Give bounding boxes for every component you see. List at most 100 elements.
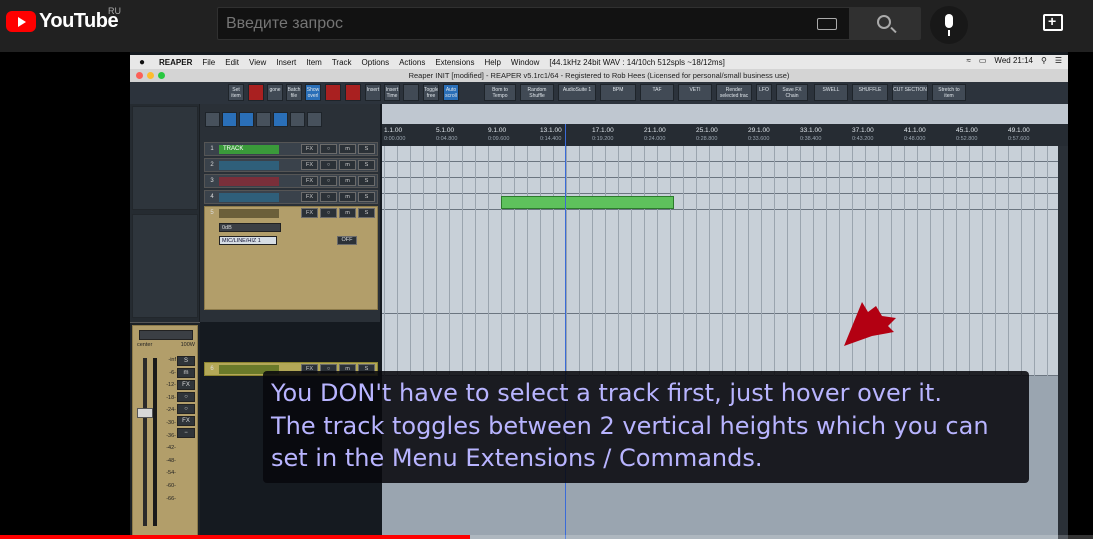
timeline-ruler[interactable]: 1.1.00 0:00.000 5.1.00 0:04.800 9.1.00 0:09.6… bbox=[382, 124, 1068, 146]
arm-button[interactable]: ○ bbox=[320, 208, 337, 218]
route-button[interactable]: ○ bbox=[177, 392, 195, 402]
solo-button[interactable]: S bbox=[358, 160, 375, 170]
track-control-panel: 1 TRACK FX ○ m S 2 FX ○ m S 3 FX ○ m S 4… bbox=[200, 104, 380, 376]
youtube-play-icon bbox=[6, 11, 36, 32]
grid-line bbox=[1034, 146, 1035, 376]
track-row[interactable]: 1 TRACK FX ○ m S bbox=[204, 142, 378, 156]
ruler-tick: 37.1.00 0:43.200 bbox=[852, 127, 874, 142]
reaper-toolbar: Set item gone Batch file Show overl Inse… bbox=[130, 82, 1068, 104]
input-select[interactable]: MIC/LINE/HIZ 1 bbox=[219, 236, 277, 245]
track-row[interactable]: 4 FX ○ m S bbox=[204, 190, 378, 204]
wifi-icon: ≈ bbox=[966, 56, 971, 65]
snap-icon[interactable] bbox=[222, 112, 237, 127]
mute-button[interactable]: m bbox=[339, 192, 356, 202]
grid-line bbox=[826, 146, 827, 376]
volume-slider[interactable]: 0dB bbox=[219, 223, 281, 232]
track-row-expanded[interactable]: 5 FX ○ m S 0dB MIC/LINE/HIZ 1 OFF bbox=[204, 206, 378, 310]
grid-line bbox=[956, 146, 957, 376]
toolbar-button: Batch file bbox=[286, 84, 302, 101]
solo-button[interactable]: S bbox=[177, 356, 195, 366]
menu-window: Window bbox=[510, 57, 540, 67]
grid-icon[interactable] bbox=[239, 112, 254, 127]
mute-button[interactable]: m bbox=[177, 368, 195, 378]
track-name[interactable] bbox=[219, 209, 279, 218]
solo-button[interactable]: S bbox=[358, 144, 375, 154]
grid-line bbox=[774, 146, 775, 376]
arm-button[interactable]: ○ bbox=[320, 144, 337, 154]
solo-button[interactable]: S bbox=[358, 192, 375, 202]
db-label: -24- bbox=[166, 407, 176, 414]
ruler-tick: 17.1.00 0:19.200 bbox=[592, 127, 614, 142]
solo-button[interactable]: S bbox=[358, 208, 375, 218]
grid-line bbox=[631, 146, 632, 376]
fader-rail bbox=[143, 358, 147, 526]
video-progress-bar[interactable] bbox=[0, 535, 1093, 539]
fx-button[interactable]: FX bbox=[301, 144, 318, 154]
docker-panel bbox=[130, 104, 200, 322]
search-button[interactable] bbox=[849, 7, 921, 40]
track-name[interactable] bbox=[219, 193, 279, 202]
toolbar-button bbox=[325, 84, 341, 101]
fx-button[interactable]: FX bbox=[301, 160, 318, 170]
list-icon: ☰ bbox=[1054, 56, 1062, 65]
track-row[interactable]: 2 FX ○ m S bbox=[204, 158, 378, 172]
track-row[interactable]: 3 FX ○ m S bbox=[204, 174, 378, 188]
fx-button[interactable]: FX bbox=[177, 416, 195, 426]
fx-button[interactable]: FX bbox=[301, 192, 318, 202]
solo-button[interactable]: S bbox=[358, 176, 375, 186]
ruler-tick: 41.1.00 0:48.000 bbox=[904, 127, 926, 142]
grid-line bbox=[930, 146, 931, 376]
caption-line: You DON't have to select a track first, … bbox=[271, 379, 942, 407]
create-video-icon[interactable] bbox=[1043, 13, 1063, 31]
arm-button[interactable]: ○ bbox=[320, 176, 337, 186]
grid-line bbox=[423, 146, 424, 376]
docker-slot bbox=[132, 214, 198, 318]
track-name[interactable] bbox=[219, 177, 279, 186]
media-item[interactable] bbox=[501, 196, 674, 209]
track-name[interactable] bbox=[219, 161, 279, 170]
envelope-icon[interactable] bbox=[290, 112, 305, 127]
mute-button[interactable]: m bbox=[339, 176, 356, 186]
video-player[interactable]: ● REAPER File Edit View Insert Item Trac… bbox=[130, 52, 1068, 539]
pan-knob[interactable] bbox=[139, 330, 193, 340]
monitor-button[interactable]: OFF bbox=[337, 236, 357, 245]
ripple-icon[interactable] bbox=[256, 112, 271, 127]
toolbar-button: gone bbox=[267, 84, 283, 101]
ruler-tick: 21.1.00 0:24.000 bbox=[644, 127, 666, 142]
mute-button[interactable]: m bbox=[339, 160, 356, 170]
toolbar-button: SHUFFLE bbox=[852, 84, 888, 101]
marker-icon[interactable] bbox=[307, 112, 322, 127]
mac-menubar: ● REAPER File Edit View Insert Item Trac… bbox=[130, 55, 1068, 69]
fader-knob[interactable] bbox=[137, 408, 153, 418]
toolbar-button bbox=[248, 84, 264, 101]
lock-icon[interactable] bbox=[273, 112, 288, 127]
search-input[interactable] bbox=[218, 8, 798, 39]
ruler-tick: 9.1.00 0:09.600 bbox=[488, 127, 510, 142]
grid-line bbox=[1047, 146, 1048, 376]
grid-line bbox=[1021, 146, 1022, 376]
db-label: -inf bbox=[168, 357, 176, 363]
keyboard-icon[interactable] bbox=[817, 18, 837, 30]
voice-search-button[interactable] bbox=[930, 6, 968, 44]
ruler-tick: 45.1.00 0:52.800 bbox=[956, 127, 978, 142]
fx-button[interactable]: FX bbox=[301, 176, 318, 186]
route-button[interactable]: ○ bbox=[177, 404, 195, 414]
arm-button[interactable]: ○ bbox=[320, 160, 337, 170]
youtube-header: YouTube RU bbox=[0, 0, 1093, 52]
grid-line bbox=[813, 146, 814, 376]
arm-button[interactable]: ○ bbox=[320, 192, 337, 202]
grid-line bbox=[969, 146, 970, 376]
vertical-scrollbar[interactable] bbox=[1058, 146, 1068, 539]
fx-button[interactable]: FX bbox=[301, 208, 318, 218]
grid-line bbox=[761, 146, 762, 376]
track-name[interactable]: TRACK bbox=[219, 145, 279, 154]
metronome-icon[interactable] bbox=[205, 112, 220, 127]
mute-button[interactable]: m bbox=[339, 144, 356, 154]
mixer-buttons: S m FX ○ ○ FX − bbox=[177, 356, 195, 440]
docker-slot bbox=[132, 106, 198, 210]
fx-button[interactable]: FX bbox=[177, 380, 195, 390]
mute-button[interactable]: m bbox=[339, 208, 356, 218]
env-button[interactable]: − bbox=[177, 428, 195, 438]
toolbar-button bbox=[345, 84, 361, 101]
youtube-logo[interactable]: YouTube bbox=[6, 10, 119, 33]
